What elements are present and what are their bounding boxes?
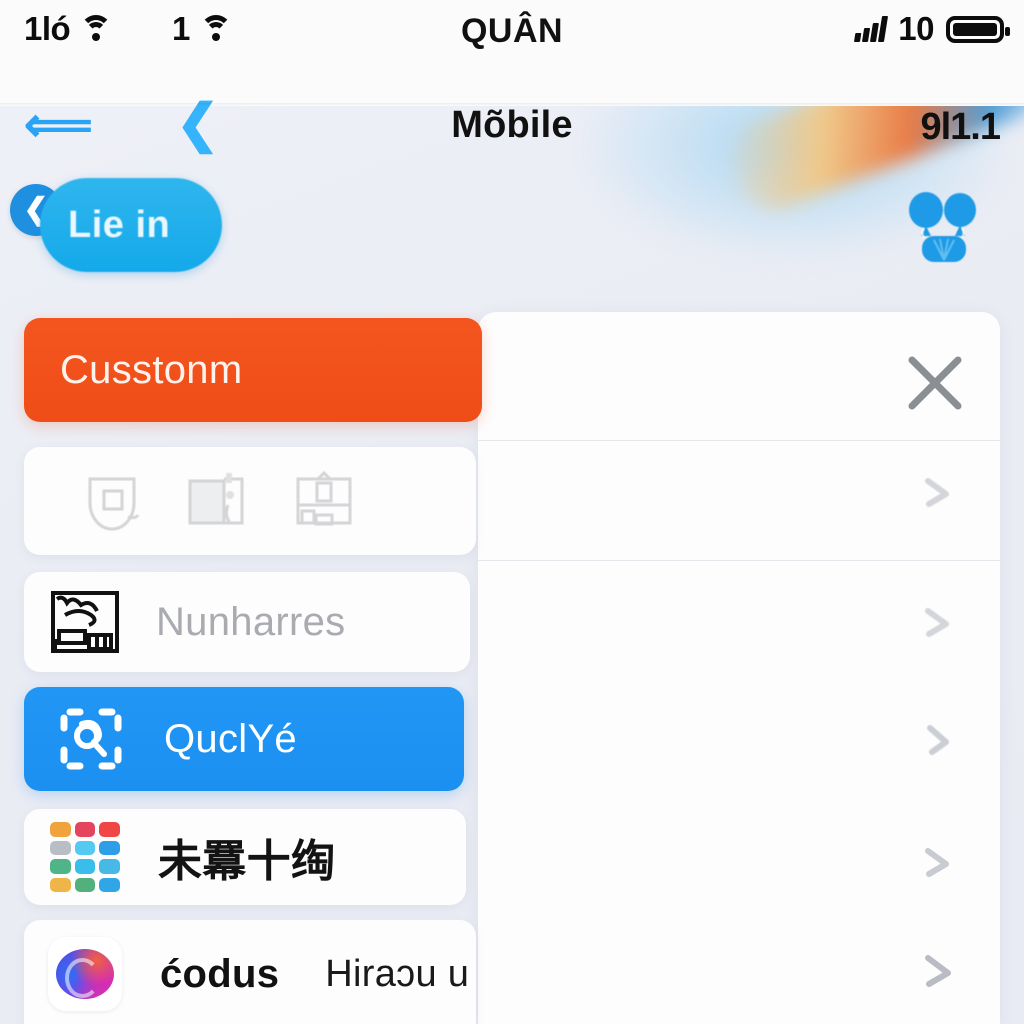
panel-divider xyxy=(478,560,1000,561)
detail-panel xyxy=(478,312,1000,1024)
list-item-label: QuclYé xyxy=(164,716,297,761)
status-bar-top-row: 1ló 1 QUÂN 10 xyxy=(0,2,1024,54)
panel-divider xyxy=(478,440,1000,441)
chevron-right-icon[interactable] xyxy=(916,838,962,884)
status-bar-bottom-row: ⟸ ❮ Mõbile 9l1.1 xyxy=(0,50,1024,150)
cellular-signal-icon xyxy=(854,16,889,42)
quick-scan-icon xyxy=(52,700,130,778)
list-item-quclye[interactable]: QuclYé xyxy=(24,687,464,791)
list-item-cjk[interactable]: 未羃十绹 xyxy=(24,809,466,905)
list-item-label: 未羃十绹 xyxy=(158,837,336,886)
list-item-nunharres[interactable]: Nunharres xyxy=(24,572,470,672)
shield-outline-icon xyxy=(88,477,140,531)
chevron-right-icon[interactable] xyxy=(916,468,962,514)
list-item-cusstonm[interactable]: Cusstonm xyxy=(24,318,482,422)
card-outline-icon xyxy=(188,473,244,525)
header-pill-button[interactable]: Lie in xyxy=(40,178,222,272)
list-item-label: Cusstonm xyxy=(60,347,243,392)
signal-value: 10 xyxy=(898,10,934,47)
list-item-sublabel: Hiraɔu u xyxy=(325,952,470,995)
chevron-right-icon[interactable] xyxy=(916,946,962,992)
codus-app-icon xyxy=(46,935,124,1013)
status-bar: 1ló 1 QUÂN 10 ⟸ ❮ Mõbile 9l1.1 xyxy=(0,0,1024,150)
chevron-right-icon[interactable] xyxy=(916,716,962,762)
list-item-label: ćodus xyxy=(160,951,280,996)
status-bar-title-line-2: Mõbile xyxy=(451,104,573,146)
list-item-icon-row[interactable] xyxy=(24,447,476,555)
balloons-icon[interactable] xyxy=(902,188,984,264)
list-item-label: Nunharres xyxy=(156,599,346,644)
close-icon[interactable] xyxy=(904,352,966,414)
chevron-right-icon[interactable] xyxy=(916,598,962,644)
status-bar-right-value: 9l1.1 xyxy=(920,106,1001,148)
app-grid-icon xyxy=(46,818,124,896)
box-outline-icon xyxy=(296,470,352,526)
app-root: 1ló 1 QUÂN 10 ⟸ ❮ Mõbile 9l1.1 ❮ Lie in … xyxy=(0,0,1024,1024)
header-pill-label: Lie in xyxy=(68,203,171,246)
list-item-codus[interactable]: ćodus Hiraɔu u xyxy=(24,920,476,1024)
bed-sketch-icon xyxy=(48,583,126,661)
status-right-cluster: 10 xyxy=(854,10,1010,48)
icon-group xyxy=(76,465,360,537)
battery-icon xyxy=(946,15,1010,43)
